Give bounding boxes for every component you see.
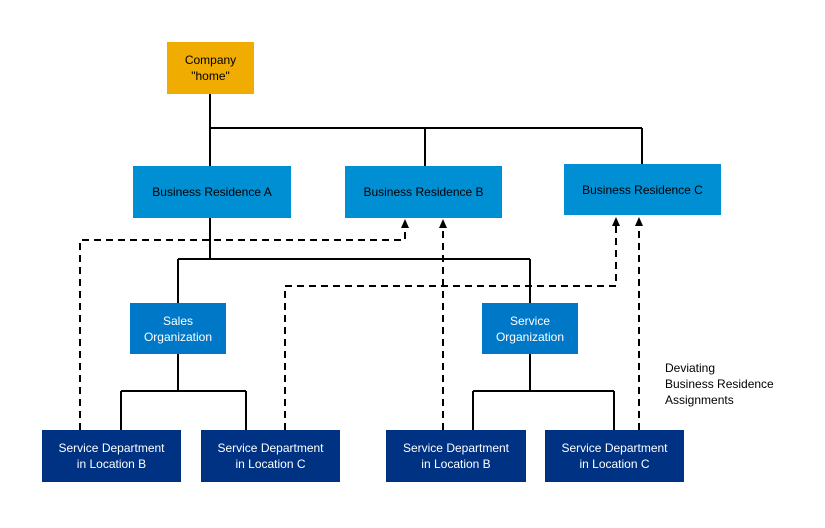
service-organization-node: Service Organization — [482, 303, 578, 354]
business-residence-c-node: Business Residence C — [564, 164, 721, 215]
arrow-up-icon — [439, 219, 447, 228]
org-diagram: Company "home" Business Residence A Busi… — [0, 0, 825, 528]
service-service-department-location-b: Service Department in Location B — [386, 430, 526, 482]
service-service-department-location-c: Service Department in Location C — [545, 430, 684, 482]
arrow-up-icon — [635, 217, 643, 226]
sales-organization-node: Sales Organization — [130, 303, 226, 354]
sales-service-department-location-c: Service Department in Location C — [201, 430, 340, 482]
business-residence-b-node: Business Residence B — [345, 166, 502, 218]
arrow-up-icon — [401, 219, 409, 228]
solid-hierarchy-lines — [120, 94, 643, 430]
arrowheads — [401, 217, 643, 228]
arrow-up-icon — [612, 217, 620, 226]
sales-service-department-location-b: Service Department in Location B — [42, 430, 181, 482]
deviating-assignments-label: Deviating Business Residence Assignments — [665, 361, 774, 407]
business-residence-a-node: Business Residence A — [133, 166, 291, 218]
company-home-node: Company "home" — [167, 42, 254, 94]
